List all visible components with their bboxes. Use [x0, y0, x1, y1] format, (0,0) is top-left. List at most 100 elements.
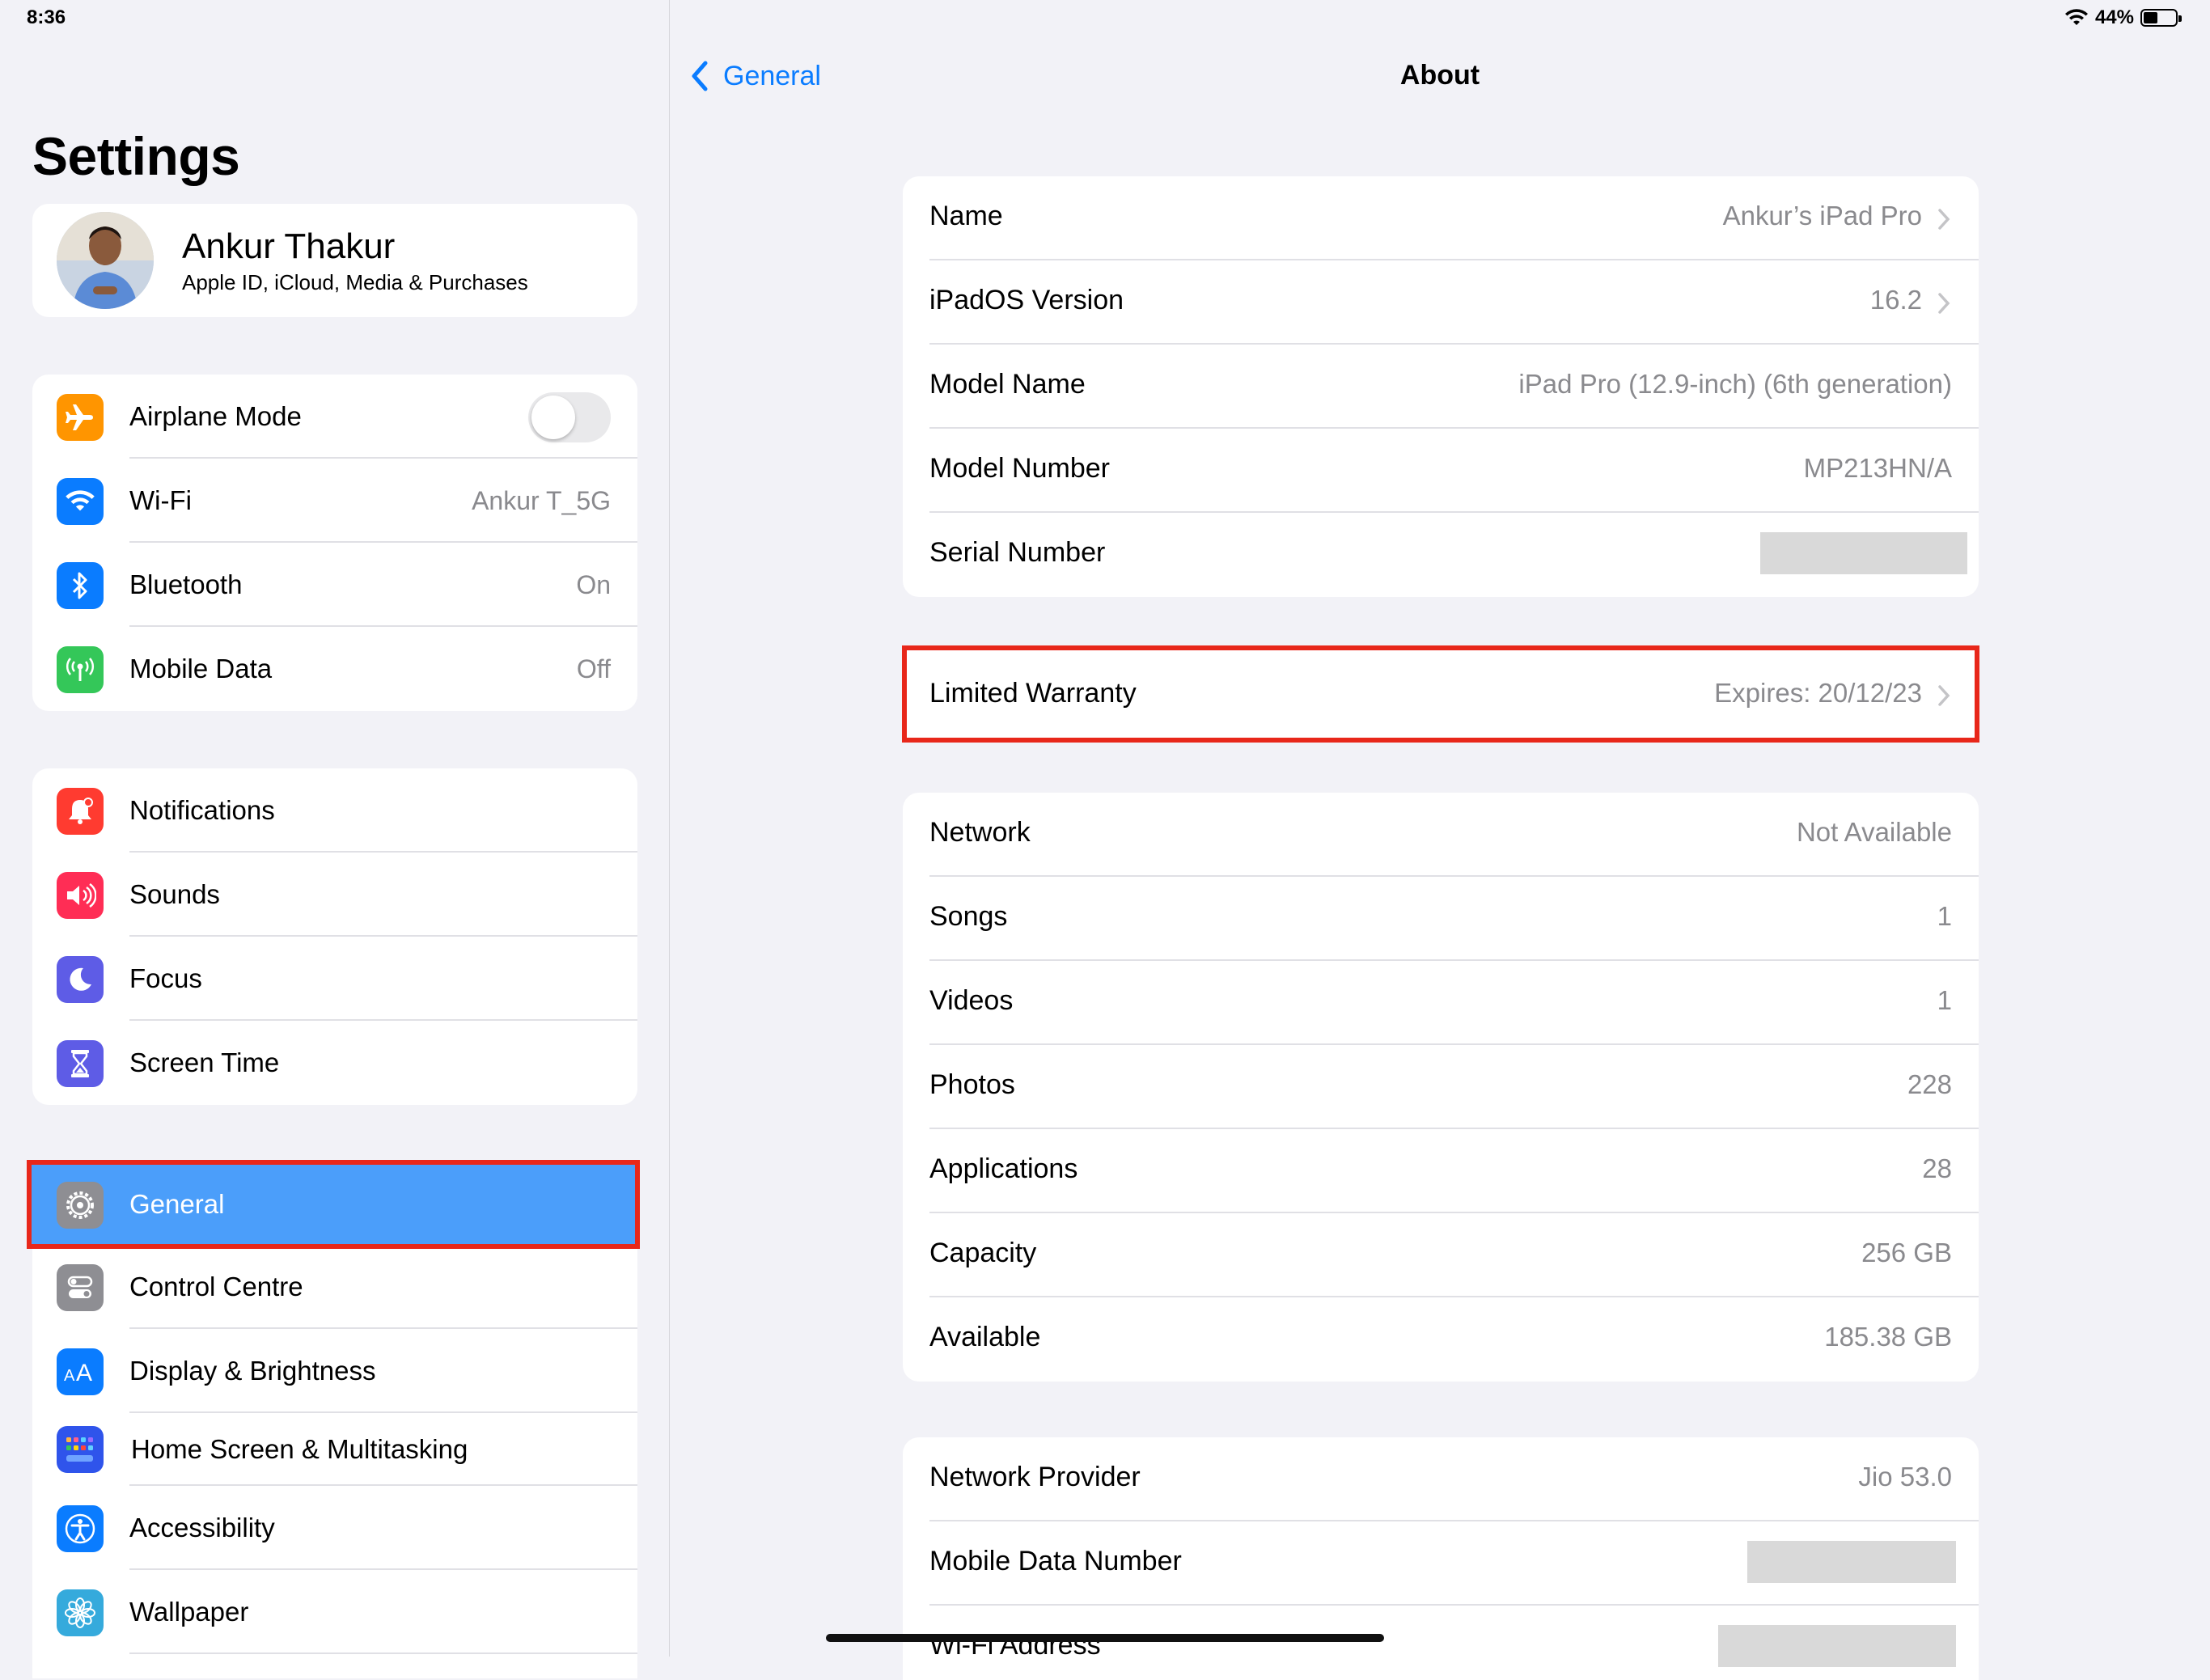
- about-row-capacity: Capacity 256 GB: [903, 1213, 1979, 1297]
- media-stats-section: Network Not Available Songs 1 Videos 1 P…: [903, 793, 1979, 1382]
- redacted-value: [1718, 1625, 1956, 1667]
- svg-text:A: A: [64, 1367, 75, 1384]
- sidebar-item-label: Accessibility: [129, 1513, 275, 1542]
- about-row-os-version[interactable]: iPadOS Version 16.2: [903, 260, 1979, 345]
- wifi-status-icon: [2064, 9, 2088, 25]
- sidebar-item-airplane-mode[interactable]: Airplane Mode: [32, 375, 637, 459]
- row-label: Network: [929, 817, 1031, 848]
- row-value: Expires: 20/12/23: [1714, 678, 1922, 708]
- sidebar-item-screen-time[interactable]: Screen Time: [32, 1021, 637, 1105]
- sidebar-item-notifications[interactable]: Notifications: [32, 768, 637, 853]
- row-value: 1: [1937, 985, 1952, 1015]
- row-label: Network Provider: [929, 1462, 1141, 1492]
- about-row-limited-warranty[interactable]: Limited Warranty Expires: 20/12/23: [903, 647, 1979, 741]
- sidebar-item-general-selected[interactable]: General: [29, 1162, 636, 1246]
- about-row-network: Network Not Available: [903, 793, 1979, 877]
- row-value: 228: [1907, 1069, 1952, 1099]
- row-label: Songs: [929, 901, 1008, 932]
- mobile-data-value: Off: [576, 654, 611, 683]
- sidebar-item-label: Mobile Data: [129, 654, 273, 683]
- row-label: iPadOS Version: [929, 285, 1124, 315]
- sidebar-item-sounds[interactable]: Sounds: [32, 853, 637, 937]
- home-indicator[interactable]: [826, 1634, 1384, 1642]
- sidebar-item-wallpaper[interactable]: Wallpaper: [32, 1570, 637, 1654]
- about-row-network-provider[interactable]: Network Provider Jio 53.0: [903, 1437, 1979, 1521]
- about-row-name[interactable]: Name Ankur’s iPad Pro: [903, 176, 1979, 260]
- sidebar-item-home-screen[interactable]: Home Screen & Multitasking: [32, 1413, 637, 1486]
- sidebar-item-label: General: [129, 1189, 225, 1219]
- airplane-mode-toggle[interactable]: [528, 392, 611, 442]
- sidebar-item-bluetooth[interactable]: Bluetooth On: [32, 543, 637, 627]
- profile-subtitle: Apple ID, iCloud, Media & Purchases: [182, 270, 528, 294]
- row-value: MP213HN/A: [1803, 453, 1952, 483]
- connectivity-group: Airplane Mode Wi-Fi Ankur T_5G Bluetooth…: [32, 375, 637, 711]
- text-size-icon: AA: [57, 1348, 104, 1395]
- gear-icon: [57, 1182, 104, 1229]
- hourglass-icon: [57, 1040, 104, 1087]
- about-row-serial-number: Serial Number: [903, 513, 1979, 597]
- row-value: Ankur’s iPad Pro: [1722, 201, 1922, 231]
- about-row-mobile-data-number: Mobile Data Number: [903, 1521, 1979, 1606]
- sidebar-item-wifi[interactable]: Wi-Fi Ankur T_5G: [32, 459, 637, 543]
- sidebar-item-label: Wallpaper: [129, 1597, 249, 1627]
- sidebar-item-accessibility[interactable]: Accessibility: [32, 1486, 637, 1570]
- sidebar-item-display-brightness[interactable]: AA Display & Brightness: [32, 1329, 637, 1413]
- sidebar-item-label: Airplane Mode: [129, 401, 302, 431]
- row-label: Serial Number: [929, 537, 1106, 568]
- chevron-right-icon: [1938, 209, 1950, 230]
- antenna-icon: [57, 646, 104, 693]
- notifications-group: Notifications Sounds Focus Screen Time: [32, 768, 637, 1105]
- page-title: About: [1399, 60, 1480, 91]
- row-value: 28: [1922, 1153, 1952, 1183]
- sidebar-item-label: Focus: [129, 963, 202, 993]
- about-row-videos: Videos 1: [903, 961, 1979, 1045]
- about-row-available: Available 185.38 GB: [903, 1297, 1979, 1382]
- chevron-right-icon: [1938, 293, 1950, 314]
- row-label: Videos: [929, 985, 1014, 1016]
- grid-icon: [57, 1426, 104, 1473]
- chevron-left-icon: [692, 61, 708, 91]
- sidebar: Settings Ankur Thakur Apple ID, iCloud, …: [0, 0, 670, 1678]
- sidebar-item-label: Sounds: [129, 879, 220, 909]
- row-value: 1: [1937, 901, 1952, 931]
- about-row-model-number[interactable]: Model Number MP213HN/A: [903, 429, 1979, 513]
- sidebar-item-label: Bluetooth: [129, 569, 243, 599]
- row-value: 256 GB: [1861, 1238, 1952, 1267]
- apple-id-profile-cell[interactable]: Ankur Thakur Apple ID, iCloud, Media & P…: [32, 204, 637, 317]
- moon-icon: [57, 956, 104, 1003]
- sidebar-item-control-centre[interactable]: Control Centre: [32, 1245, 637, 1329]
- redacted-value: [1760, 532, 1967, 574]
- speaker-icon: [57, 872, 104, 919]
- sidebar-item-mobile-data[interactable]: Mobile Data Off: [32, 627, 637, 711]
- sidebar-item-label: Screen Time: [129, 1047, 280, 1077]
- bluetooth-icon: [57, 562, 104, 609]
- about-row-wifi-address: Wi-Fi Address: [903, 1606, 1979, 1680]
- sidebar-item-label: Control Centre: [129, 1272, 303, 1301]
- sidebar-item-label: Home Screen & Multitasking: [131, 1434, 468, 1464]
- back-label: General: [723, 60, 821, 91]
- row-label: Name: [929, 201, 1003, 231]
- sidebar-item-label: Notifications: [129, 795, 275, 825]
- avatar: [57, 212, 154, 309]
- row-value: Jio 53.0: [1858, 1462, 1952, 1492]
- sidebar-item-focus[interactable]: Focus: [32, 937, 637, 1021]
- row-value: Not Available: [1796, 817, 1952, 847]
- status-indicators: 44%: [2064, 6, 2182, 29]
- row-label: Applications: [929, 1153, 1078, 1184]
- row-value: 185.38 GB: [1824, 1322, 1952, 1352]
- wifi-network-value: Ankur T_5G: [472, 485, 611, 515]
- airplane-icon: [57, 394, 104, 441]
- row-label: Photos: [929, 1069, 1015, 1100]
- row-value: 16.2: [1869, 285, 1922, 315]
- sidebar-item-label: Wi-Fi: [129, 485, 192, 515]
- sidebar-title: Settings: [32, 126, 240, 186]
- redacted-value: [1747, 1541, 1956, 1583]
- sidebar-item-label: Display & Brightness: [129, 1356, 376, 1386]
- network-section: Network Provider Jio 53.0 Mobile Data Nu…: [903, 1437, 1979, 1680]
- row-label: Model Name: [929, 369, 1086, 400]
- accessibility-icon: [57, 1505, 104, 1552]
- back-button[interactable]: General: [688, 60, 821, 92]
- about-info-section: Name Ankur’s iPad Pro iPadOS Version 16.…: [903, 176, 1979, 597]
- svg-text:A: A: [76, 1360, 92, 1384]
- about-row-model-name: Model Name iPad Pro (12.9-inch) (6th gen…: [903, 345, 1979, 429]
